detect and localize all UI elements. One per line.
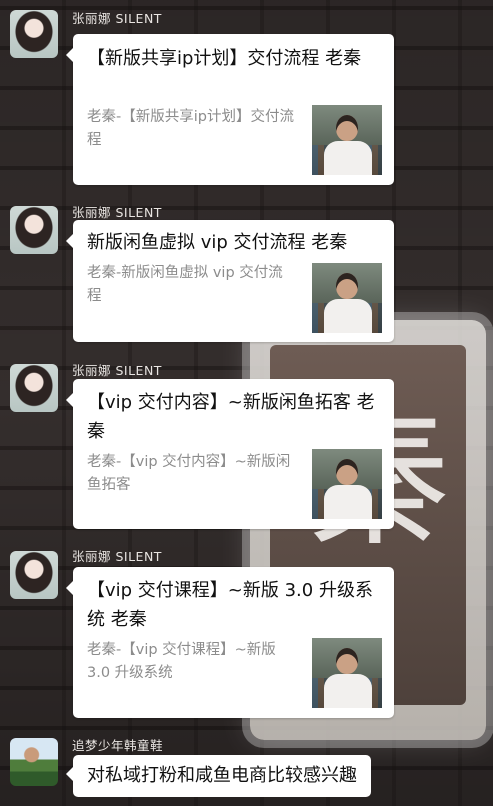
sender-avatar-icon[interactable] bbox=[10, 206, 58, 254]
link-card-description: 老秦-新版闲鱼虚拟 vip 交付流程 bbox=[87, 265, 283, 304]
sender-name: 张丽娜 SILENT bbox=[72, 205, 162, 220]
sender-avatar-icon[interactable] bbox=[10, 551, 58, 599]
link-card[interactable]: 【vip 交付课程】~新版 3.0 升级系统 老秦 老秦-【vip 交付课程】~… bbox=[66, 567, 394, 718]
sender-avatar-icon[interactable] bbox=[10, 364, 58, 412]
link-card[interactable]: 新版闲鱼虚拟 vip 交付流程 老秦 老秦-新版闲鱼虚拟 vip 交付流程 bbox=[66, 220, 394, 342]
sender-name: 追梦少年韩童鞋 bbox=[72, 738, 164, 753]
sender-name: 张丽娜 SILENT bbox=[72, 11, 162, 26]
link-card[interactable]: 【vip 交付内容】~新版闲鱼拓客 老秦 老秦-【vip 交付内容】~新版闲鱼拓… bbox=[66, 379, 394, 529]
link-card[interactable]: 【新版共享ip计划】交付流程 老秦 老秦-【新版共享ip计划】交付流程 bbox=[66, 34, 394, 185]
link-card-description: 老秦-【vip 交付课程】~新版 3.0 升级系统 bbox=[87, 642, 276, 681]
link-card-title: 【新版共享ip计划】交付流程 老秦 bbox=[87, 48, 362, 69]
link-card-title: 新版闲鱼虚拟 vip 交付流程 老秦 bbox=[87, 232, 348, 253]
person-photo-icon bbox=[312, 105, 382, 175]
text-bubble[interactable]: 对私域打粉和咸鱼电商比较感兴趣 bbox=[66, 755, 371, 797]
link-card-description: 老秦-【新版共享ip计划】交付流程 bbox=[87, 109, 294, 148]
sender-name: 张丽娜 SILENT bbox=[72, 363, 162, 378]
sender-avatar-icon[interactable] bbox=[10, 10, 58, 58]
sender-avatar-icon[interactable] bbox=[10, 738, 58, 786]
person-photo-icon bbox=[312, 638, 382, 708]
message-list: 张丽娜 SILENT 【新版共享ip计划】交付流程 老秦 老秦-【新版共享ip计… bbox=[0, 0, 493, 806]
link-card-title: 【vip 交付内容】~新版闲鱼拓客 老秦 bbox=[87, 392, 375, 442]
person-photo-icon bbox=[312, 263, 382, 333]
link-card-description: 老秦-【vip 交付内容】~新版闲鱼拓客 bbox=[87, 454, 291, 493]
person-photo-icon bbox=[312, 449, 382, 519]
sender-name: 张丽娜 SILENT bbox=[72, 549, 162, 564]
link-card-title: 【vip 交付课程】~新版 3.0 升级系统 老秦 bbox=[87, 580, 373, 630]
